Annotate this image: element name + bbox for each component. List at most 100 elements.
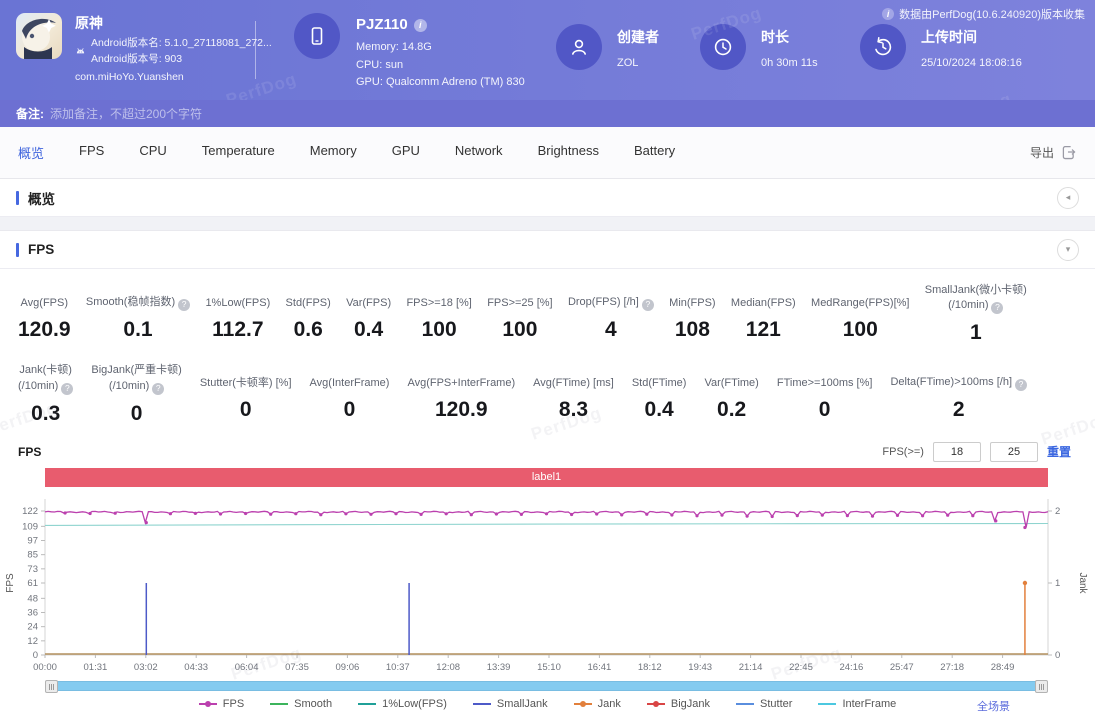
legend-jank[interactable]: Jank — [573, 697, 621, 710]
metric-delta-ftime-100ms-h: Delta(FTime)>100ms [/h]? 2 — [890, 363, 1027, 425]
metric-label: Stutter(卡顿率) [%] — [199, 376, 292, 389]
info-icon: i — [882, 8, 895, 20]
svg-text:2: 2 — [1055, 506, 1060, 517]
tab-brightness[interactable]: Brightness — [538, 143, 599, 162]
legend-fps[interactable]: FPS — [198, 698, 244, 710]
fps-collapse-button[interactable]: ▾ — [1057, 238, 1079, 261]
scene-label-band: label1 — [45, 467, 1048, 487]
metric-value: 0 — [818, 398, 831, 422]
metric-stutter-%: Stutter(卡顿率) [%] 0 — [200, 363, 292, 425]
tab-gpu[interactable]: GPU — [392, 143, 420, 162]
device-name: PJZ110 — [356, 16, 408, 33]
legend-label: 1%Low(FPS) — [382, 697, 447, 710]
svg-text:15:10: 15:10 — [537, 662, 561, 673]
legend-1%low-fps[interactable]: 1%Low(FPS) — [358, 698, 447, 710]
creator-circle — [556, 24, 602, 70]
fps-section-title: FPS — [16, 242, 54, 257]
svg-text:22:45: 22:45 — [789, 662, 813, 673]
export-button[interactable]: 导出 — [1030, 144, 1077, 161]
history-clock-icon — [875, 37, 892, 56]
tab-bar: 概览 FPS CPU Temperature Memory GPU Network Brigh… — [0, 127, 1095, 179]
metric-value: 0.4 — [644, 398, 674, 422]
help-icon[interactable]: ? — [178, 299, 191, 311]
svg-text:0: 0 — [1055, 650, 1060, 661]
tab-network[interactable]: Network — [455, 143, 503, 162]
fps-chart: 0122436486173859710912201200:00 01:31 03:0… — [5, 498, 1088, 673]
metric-avg-interframe: Avg(InterFrame) 0 — [310, 363, 390, 425]
legend-stutter[interactable]: Stutter — [736, 698, 792, 710]
device-block: PJZ110 i Memory: 14.8G CPU: sun GPU: Qua… — [294, 13, 525, 92]
zoom-handle-left[interactable] — [45, 679, 58, 693]
note-input[interactable] — [50, 106, 1079, 121]
zoom-handle-right[interactable] — [1035, 679, 1048, 693]
legend-label: Jank — [597, 697, 621, 710]
upload-time-label: 上传时间 — [921, 29, 977, 45]
metric-1%low-fps: 1%Low(FPS) 112.7 — [205, 283, 270, 345]
tab-battery[interactable]: Battery — [634, 143, 675, 162]
collect-note-text: 数据由PerfDog(10.6.240920)版本收集 — [899, 9, 1085, 21]
tab-cpu[interactable]: CPU — [139, 143, 166, 162]
chart-legend: FPS Smooth 1%Low(FPS) SmallJank Jank BigJank S… — [0, 697, 1095, 713]
app-block: 原神 Android版本名: 5.1.0_27118081_272... And… — [16, 13, 272, 85]
tab-memory[interactable]: Memory — [310, 143, 357, 162]
metric-avg-ftime-ms: Avg(FTime) [ms] 8.3 — [533, 363, 614, 425]
svg-text:07:35: 07:35 — [285, 662, 309, 673]
help-icon[interactable]: ? — [991, 302, 1004, 315]
legend-smalljank[interactable]: SmallJank — [472, 698, 548, 710]
legend-smooth[interactable]: Smooth — [270, 698, 332, 710]
metric-label: FPS>=18 [%] — [406, 296, 472, 309]
creator-value: ZOL — [617, 57, 639, 69]
overview-collapse-button[interactable]: ◂ — [1057, 186, 1079, 209]
perfdog-report-page: PerfDog PerfDog PerfDog 原神 — [0, 0, 1095, 720]
upload-circle — [860, 24, 906, 70]
legend-interframe[interactable]: InterFrame — [818, 698, 896, 710]
legend-label: Smooth — [294, 697, 333, 710]
svg-text:12: 12 — [27, 636, 38, 647]
legend-label: BigJank — [670, 697, 711, 710]
svg-text:122: 122 — [22, 506, 38, 517]
chart-zoom-scrollbar[interactable] — [45, 679, 1048, 693]
creator-block: 创建者 ZOL — [556, 24, 659, 70]
note-label: 备注: — [16, 107, 44, 121]
help-icon[interactable]: ? — [1015, 379, 1027, 392]
metric-value: 108 — [674, 318, 710, 341]
metric-value: 4 — [605, 318, 617, 341]
app-name: 原神 — [75, 15, 103, 31]
tab-overview[interactable]: 概览 — [18, 143, 44, 162]
fps-threshold-low-input[interactable] — [932, 441, 981, 462]
chart-title: FPS — [18, 444, 42, 459]
device-info-icon[interactable]: i — [413, 18, 427, 32]
tab-temperature[interactable]: Temperature — [202, 143, 275, 162]
metric-value: 0.2 — [717, 398, 747, 422]
metric-avg-fps-interframe: Avg(FPS+InterFrame) 120.9 — [407, 363, 515, 425]
svg-text:Jank: Jank — [1077, 572, 1088, 594]
metric-label: SmallJank(微小卡顿) (/10min)? — [924, 284, 1027, 315]
metric-value: 2 — [952, 398, 965, 422]
help-icon[interactable]: ? — [61, 382, 74, 395]
all-scenes-link[interactable]: 全场景 — [977, 698, 1010, 714]
metric-label: Smooth(稳帧指数)? — [86, 283, 191, 311]
help-icon[interactable]: ? — [641, 299, 654, 311]
svg-text:48: 48 — [27, 593, 38, 604]
metric-fps-25-%: FPS>=25 [%] 100 — [487, 283, 552, 345]
metric-median-fps: Median(FPS) 121 — [731, 283, 796, 345]
metric-label: Std(FTime) — [631, 376, 687, 389]
metric-value: 120.9 — [18, 318, 71, 341]
legend-marker — [358, 702, 377, 705]
creator-label: 创建者 — [617, 29, 659, 45]
metric-value: 8.3 — [558, 398, 589, 422]
tab-fps[interactable]: FPS — [79, 143, 104, 162]
metric-std-fps: Std(FPS) 0.6 — [286, 283, 331, 345]
metric-label: Delta(FTime)>100ms [/h]? — [890, 363, 1027, 392]
fps-threshold-high-input[interactable] — [989, 441, 1038, 462]
metric-label: Avg(FPS+InterFrame) — [407, 376, 516, 389]
section-fps-header: FPS ▾ — [0, 231, 1095, 269]
metric-label: BigJank(严重卡顿) (/10min)? — [91, 364, 182, 395]
help-icon[interactable]: ? — [152, 382, 165, 395]
phone-icon — [311, 27, 323, 45]
legend-bigjank[interactable]: BigJank — [646, 697, 711, 710]
fps-metrics-row-2: Jank(卡顿) (/10min)? 0.3 BigJank(严重卡顿) (/10min… — [0, 349, 1095, 429]
svg-text:27:18: 27:18 — [940, 662, 964, 673]
reset-button[interactable]: 重置 — [1047, 443, 1071, 460]
device-memory: Memory: 14.8G — [356, 41, 432, 53]
